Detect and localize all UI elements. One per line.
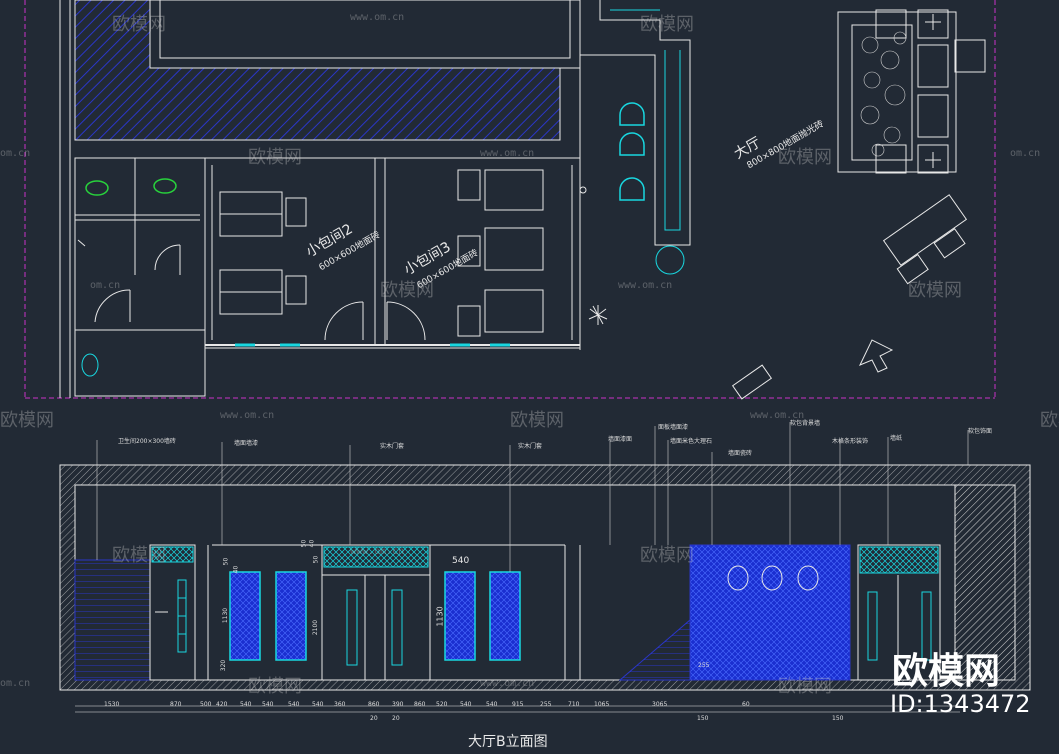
watermark-url: om.cn <box>0 148 31 159</box>
dimension-label: 1130 <box>222 607 230 624</box>
dimension-label: 50 <box>312 555 320 564</box>
cad-linework <box>24 0 1031 713</box>
dimension-label: 390 <box>392 701 404 708</box>
watermark: 欧模网 <box>112 545 166 566</box>
annotation: 墙面墙漆 <box>234 440 259 447</box>
plant-icon <box>588 305 608 325</box>
elevation-drawing <box>59 422 1031 713</box>
watermark: 欧模网 <box>248 676 302 697</box>
annotation: 面板墙面漆 <box>658 424 689 431</box>
watermark-url: www.om.cn <box>480 678 535 689</box>
dimension-label: 500 <box>200 701 212 708</box>
dimension-label: 520 <box>436 701 448 708</box>
annotation: 实木门套 <box>518 443 543 450</box>
dimension-label: 540 <box>262 701 274 708</box>
watermark-url: om.cn <box>0 678 31 689</box>
dimension-label: 540 <box>486 701 498 708</box>
brand-logo: 欧模网 <box>892 651 1001 692</box>
dimension-label: 50 <box>300 539 308 548</box>
dimension-label: 50 <box>222 557 230 566</box>
dimension-label: 860 <box>414 701 426 708</box>
dimension-label: 540 <box>288 701 300 708</box>
dimension-label: 255 <box>698 662 710 669</box>
annotation: 软包饰面 <box>968 428 993 435</box>
floor-plan <box>24 0 996 400</box>
watermark-url: om.cn <box>90 280 121 291</box>
dimension-label: 320 <box>220 659 228 672</box>
dimension-label: 150 <box>832 715 844 722</box>
watermark: 欧模网 <box>0 410 54 431</box>
dimension-label: 1065 <box>594 701 610 708</box>
dimension-label: 2100 <box>312 619 320 636</box>
watermark: 欧模网 <box>640 14 694 35</box>
watermark-url: www.om.cn <box>220 410 275 421</box>
watermark: 欧模网 <box>248 147 302 168</box>
dimension-label: 20 <box>392 715 400 722</box>
dimension-label: 540 <box>240 701 252 708</box>
annotation: 实木门套 <box>380 443 405 450</box>
annotation: 卫生间200×300墙砖 <box>118 438 176 445</box>
dimension-label: 540 <box>460 701 472 708</box>
watermark: 欧模网 <box>778 147 832 168</box>
dimension-label: 40 <box>308 539 316 548</box>
annotation: 墙纸 <box>890 435 903 442</box>
watermark: 欧模网 <box>908 280 962 301</box>
dimension-label: 860 <box>368 701 380 708</box>
dimension-label: 360 <box>334 701 346 708</box>
annotation: 墙面米色大理石 <box>670 438 713 445</box>
watermark: 欧模网 <box>778 676 832 697</box>
watermark: 欧模网 <box>1040 410 1059 431</box>
watermark-url: www.om.cn <box>618 280 673 291</box>
watermark-url: om.cn <box>1010 148 1041 159</box>
dimension-label: 20 <box>370 715 378 722</box>
annotation: 墙面漆面 <box>608 436 633 443</box>
dimension-label: 540 <box>452 556 470 566</box>
dimension-label: 3065 <box>652 701 668 708</box>
dimension-label: 420 <box>216 701 228 708</box>
watermark: 欧模网 <box>380 280 434 301</box>
watermark-url: www.om.cn <box>350 546 405 557</box>
dimension-label: 540 <box>312 701 324 708</box>
watermark: 欧模网 <box>510 410 564 431</box>
dimension-label: 870 <box>170 701 182 708</box>
annotation: 木格条形装饰 <box>832 438 869 445</box>
annotation: 墙面瓷砖 <box>728 450 753 457</box>
watermark: 欧模网 <box>112 14 166 35</box>
dimension-label: 1530 <box>104 701 120 708</box>
elevation-title: 大厅B立面图 <box>468 734 548 750</box>
dimension-label: 150 <box>697 715 709 722</box>
brand-id: ID:1343472 <box>890 690 1031 718</box>
watermark: 欧模网 <box>640 545 694 566</box>
cad-drawing: 大厅 800×800地面抛光砖 小包间2 600×600地面砖 小包间3 600… <box>0 0 1059 750</box>
watermark-url: www.om.cn <box>350 12 405 23</box>
watermark-url: www.om.cn <box>480 148 535 159</box>
dimension-label: 915 <box>512 701 524 708</box>
dimension-label: 255 <box>540 701 552 708</box>
dimension-label: 710 <box>568 701 580 708</box>
dimension-label: 1130 <box>435 606 445 627</box>
dimension-label: 60 <box>742 701 750 708</box>
dimension-label: 40 <box>232 565 240 574</box>
watermark-url: www.om.cn <box>750 410 805 421</box>
